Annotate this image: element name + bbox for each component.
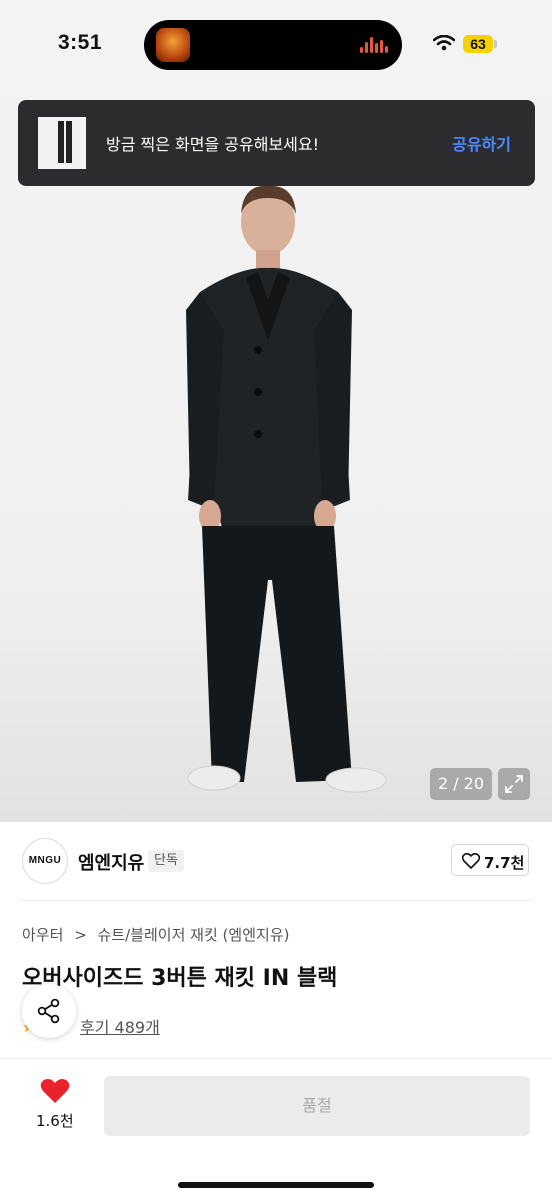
- screenshot-thumbnail: [38, 117, 86, 169]
- audio-waveform-icon: [360, 37, 388, 53]
- now-playing-thumbnail: [156, 28, 190, 62]
- brand-name[interactable]: 엠엔지유: [78, 849, 144, 875]
- breadcrumb-category[interactable]: 아우터: [22, 926, 63, 944]
- breadcrumb: 아우터 > 슈트/블레이저 재킷 (엠엔지유): [22, 924, 295, 945]
- sold-out-button[interactable]: 품절: [104, 1076, 530, 1136]
- image-counter: 2 / 20: [430, 768, 492, 800]
- screenshot-share-toast[interactable]: 방금 찍은 화면을 공유해보세요! 공유하기: [18, 100, 535, 186]
- dynamic-island[interactable]: [144, 20, 402, 70]
- exclusive-badge: 단독: [148, 850, 184, 872]
- heart-filled-icon[interactable]: [40, 1078, 70, 1104]
- favorite-count: 1.6천: [36, 1112, 74, 1130]
- breadcrumb-separator: >: [74, 926, 87, 944]
- battery-tip: [494, 40, 497, 48]
- breadcrumb-subcategory[interactable]: 슈트/블레이저 재킷 (엠엔지유): [98, 926, 290, 944]
- heart-outline-icon: [462, 853, 480, 869]
- wifi-icon: [433, 35, 455, 51]
- brand-like-button[interactable]: 7.7천: [451, 844, 529, 876]
- status-bar: 3:51 63: [0, 0, 552, 90]
- status-time: 3:51: [58, 31, 103, 54]
- brand-logo[interactable]: MNGU: [22, 838, 68, 884]
- section-divider: [22, 900, 530, 901]
- expand-icon: [505, 775, 523, 793]
- share-fab-button[interactable]: [22, 984, 76, 1038]
- share-icon: [37, 998, 60, 1024]
- share-button[interactable]: 공유하기: [452, 131, 511, 155]
- product-title: 오버사이즈드 3버튼 재킷 IN 블랙: [22, 966, 338, 991]
- bottom-bar-divider: [0, 1058, 552, 1059]
- expand-button[interactable]: [498, 768, 530, 800]
- home-indicator[interactable]: [178, 1182, 374, 1188]
- toast-message: 방금 찍은 화면을 공유해보세요!: [106, 135, 320, 154]
- review-link[interactable]: 후기 489개: [80, 1014, 160, 1038]
- brand-like-count: 7.7천: [484, 854, 525, 872]
- battery-icon: 63: [463, 35, 493, 53]
